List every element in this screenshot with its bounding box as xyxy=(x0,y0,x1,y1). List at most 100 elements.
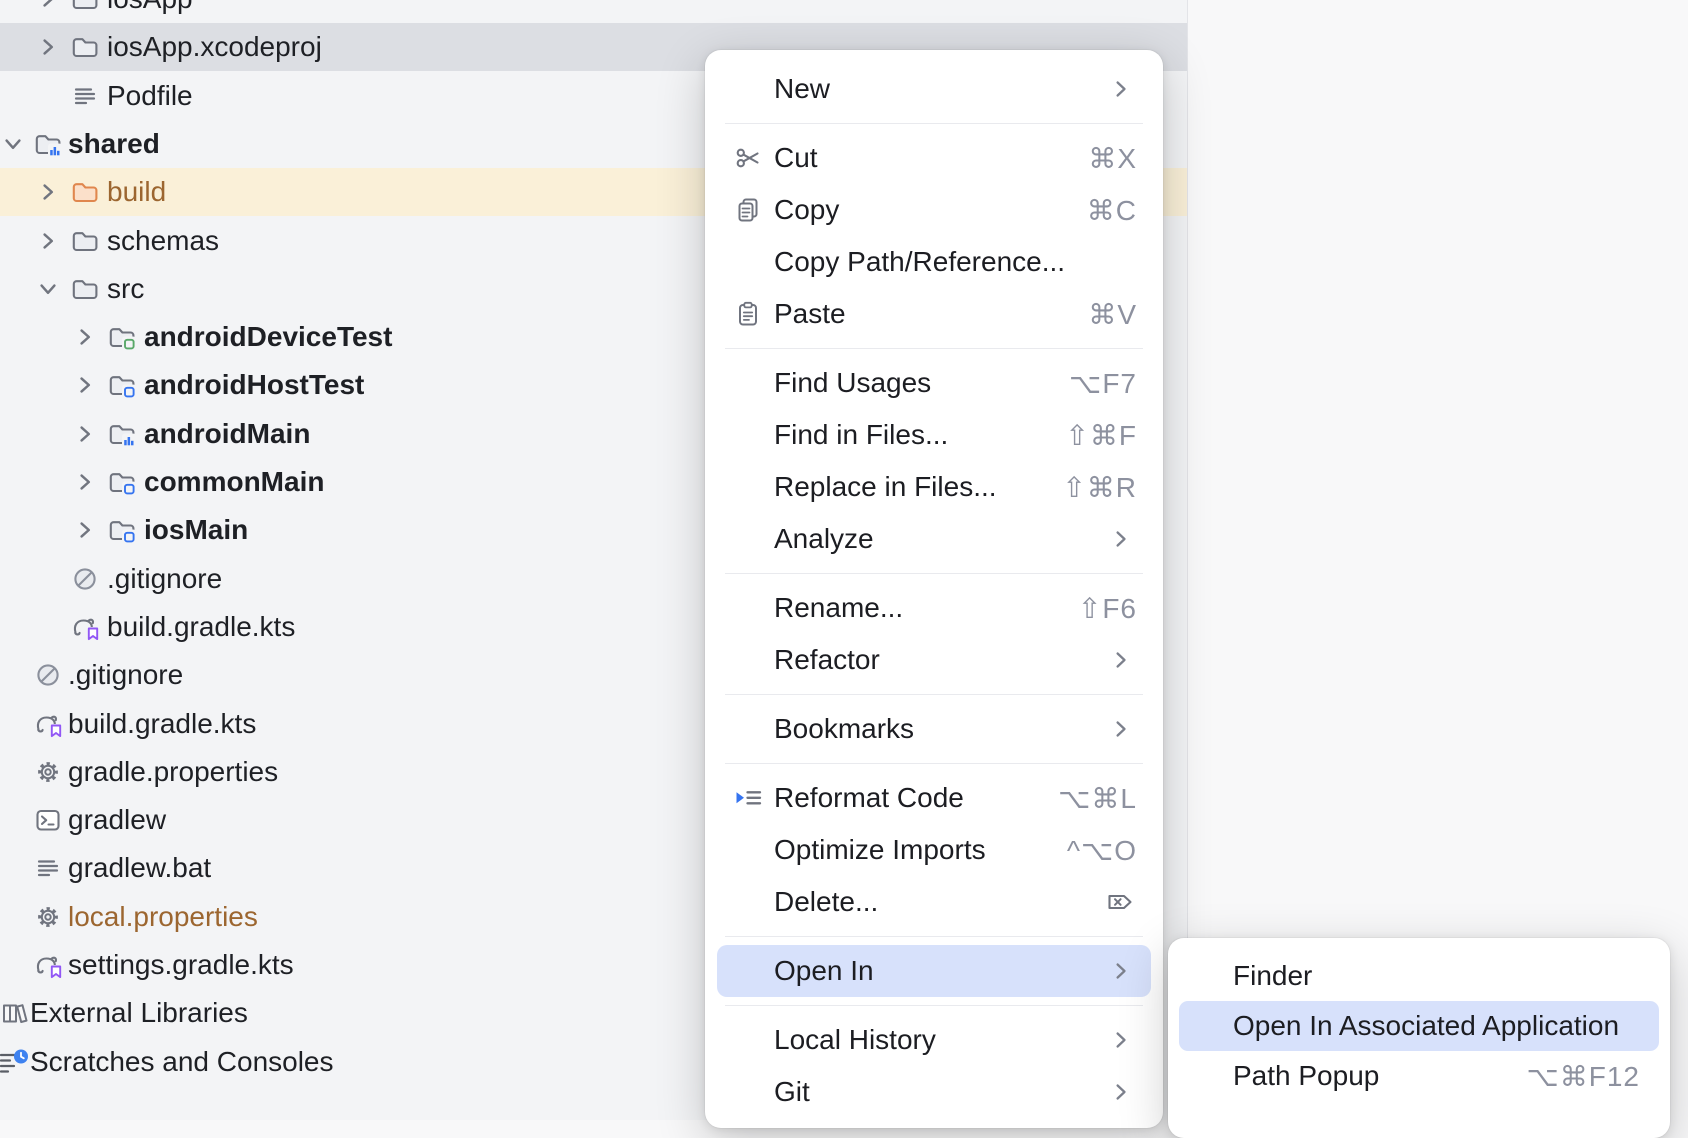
menu-item-delete[interactable]: Delete... xyxy=(717,876,1151,928)
menu-item-label: Refactor xyxy=(774,634,880,686)
menu-item-open-in[interactable]: Open In xyxy=(717,945,1151,997)
submenu-item-label: Finder xyxy=(1233,951,1312,1001)
menu-item-bookmarks[interactable]: Bookmarks xyxy=(717,703,1151,755)
chevron-right-icon[interactable] xyxy=(72,469,98,495)
menu-item-copy[interactable]: Copy⌘C xyxy=(717,184,1151,236)
submenu-item-finder[interactable]: Finder xyxy=(1179,951,1659,1001)
folder-source-blue-icon xyxy=(107,467,137,497)
menu-item-label: Open In xyxy=(774,945,874,997)
submenu-item-label: Open In Associated Application xyxy=(1233,1001,1619,1051)
folder-icon xyxy=(70,0,100,14)
submenu-arrow-icon xyxy=(1109,717,1133,741)
file-lines-icon xyxy=(33,853,63,883)
menu-item-label: Find Usages xyxy=(774,357,931,409)
menu-item-label: Rename... xyxy=(774,582,903,634)
folder-test-green-icon xyxy=(107,322,137,352)
gradle-kotlin-icon xyxy=(33,709,63,739)
gear-icon xyxy=(33,902,63,932)
tree-item-label: build xyxy=(107,168,166,216)
menu-item-git[interactable]: Git xyxy=(717,1066,1151,1118)
menu-item-shortcut: ^⌥O xyxy=(1067,824,1137,876)
tree-item-label: .gitignore xyxy=(107,555,222,603)
submenu-arrow-icon xyxy=(1109,648,1133,672)
tree-item-label: iosApp xyxy=(107,0,193,23)
menu-item-rename[interactable]: Rename... ⇧F6 xyxy=(717,582,1151,634)
tree-item-label: schemas xyxy=(107,217,219,265)
tree-item-label: src xyxy=(107,265,144,313)
scissors-icon xyxy=(733,143,763,173)
submenu-item-open-in-associated-application[interactable]: Open In Associated Application xyxy=(1179,1001,1659,1051)
chevron-right-icon[interactable] xyxy=(35,0,61,12)
tree-item-label: shared xyxy=(68,120,160,168)
chevron-right-icon[interactable] xyxy=(72,324,98,350)
folder-source-blue-icon xyxy=(107,515,137,545)
menu-item-local-history[interactable]: Local History xyxy=(717,1014,1151,1066)
tree-item-label: androidMain xyxy=(144,410,310,458)
menu-item-paste[interactable]: Paste ⌘V xyxy=(717,288,1151,340)
tree-item-label: commonMain xyxy=(144,458,324,506)
chevron-right-icon[interactable] xyxy=(72,421,98,447)
menu-item-label: Analyze xyxy=(774,513,874,565)
chevron-down-icon[interactable] xyxy=(35,276,61,302)
menu-item-shortcut: ⇧⌘R xyxy=(1062,461,1137,513)
tree-item-label: gradlew xyxy=(68,796,166,844)
chevron-right-icon[interactable] xyxy=(72,517,98,543)
menu-item-optimize-imports[interactable]: Optimize Imports ^⌥O xyxy=(717,824,1151,876)
tree-item-iosapp[interactable]: iosApp xyxy=(0,0,1187,23)
menu-item-label: Find in Files... xyxy=(774,409,948,461)
menu-item-label: Paste xyxy=(774,288,846,340)
chevron-right-icon[interactable] xyxy=(35,228,61,254)
tree-item-label: .gitignore xyxy=(68,651,183,699)
chevron-right-icon[interactable] xyxy=(35,34,61,60)
menu-separator xyxy=(725,694,1143,695)
menu-item-label: Reformat Code xyxy=(774,772,964,824)
menu-item-replace-in-files[interactable]: Replace in Files...⇧⌘R xyxy=(717,461,1151,513)
copy-icon xyxy=(733,195,763,225)
gradle-kotlin-icon xyxy=(70,612,100,642)
chevron-down-icon[interactable] xyxy=(0,131,26,157)
menu-item-label: Git xyxy=(774,1066,810,1118)
delete-key-icon xyxy=(1105,887,1135,917)
context-menu: New Cut⌘XCopy⌘CCopy Path/Reference...Past… xyxy=(705,50,1163,1128)
menu-item-label: New xyxy=(774,63,830,115)
menu-item-copy-path-reference[interactable]: Copy Path/Reference... xyxy=(717,236,1151,288)
menu-separator xyxy=(725,1005,1143,1006)
menu-item-new[interactable]: New xyxy=(717,63,1151,115)
menu-item-shortcut: ⌘V xyxy=(1088,288,1137,340)
menu-item-label: Optimize Imports xyxy=(774,824,986,876)
reformat-icon xyxy=(733,783,763,813)
folder-icon xyxy=(70,32,100,62)
submenu-arrow-icon xyxy=(1109,77,1133,101)
menu-item-label: Bookmarks xyxy=(774,703,914,755)
tree-item-label: androidDeviceTest xyxy=(144,313,392,361)
chevron-right-icon[interactable] xyxy=(72,372,98,398)
tree-item-label: gradle.properties xyxy=(68,748,278,796)
chevron-right-icon[interactable] xyxy=(35,179,61,205)
menu-item-cut[interactable]: Cut⌘X xyxy=(717,132,1151,184)
menu-item-analyze[interactable]: Analyze xyxy=(717,513,1151,565)
menu-item-find-usages[interactable]: Find Usages ⌥F7 xyxy=(717,357,1151,409)
menu-item-reformat-code[interactable]: Reformat Code ⌥⌘L xyxy=(717,772,1151,824)
tree-item-label: local.properties xyxy=(68,893,258,941)
menu-separator xyxy=(725,573,1143,574)
submenu-item-path-popup[interactable]: Path Popup⌥⌘F12 xyxy=(1179,1051,1659,1101)
ignored-file-icon xyxy=(70,564,100,594)
open-in-submenu: FinderOpen In Associated ApplicationPath… xyxy=(1168,938,1670,1138)
menu-item-shortcut: ⇧⌘F xyxy=(1065,409,1137,461)
tree-item-label: External Libraries xyxy=(30,989,248,1037)
scratches-icon xyxy=(0,1047,30,1077)
submenu-arrow-icon xyxy=(1109,1080,1133,1104)
menu-separator xyxy=(725,936,1143,937)
menu-item-refactor[interactable]: Refactor xyxy=(717,634,1151,686)
clipboard-icon xyxy=(733,299,763,329)
gradle-kotlin-icon xyxy=(33,950,63,980)
tree-item-label: build.gradle.kts xyxy=(107,603,295,651)
menu-item-shortcut: ⌥F7 xyxy=(1069,357,1137,409)
folder-module-icon xyxy=(107,419,137,449)
menu-item-find-in-files[interactable]: Find in Files... ⇧⌘F xyxy=(717,409,1151,461)
folder-build-icon xyxy=(70,177,100,207)
tree-item-label: Scratches and Consoles xyxy=(30,1038,334,1086)
menu-item-shortcut: ⇧F6 xyxy=(1078,582,1137,634)
menu-item-shortcut: ⌥⌘L xyxy=(1058,772,1137,824)
file-lines-icon xyxy=(70,81,100,111)
